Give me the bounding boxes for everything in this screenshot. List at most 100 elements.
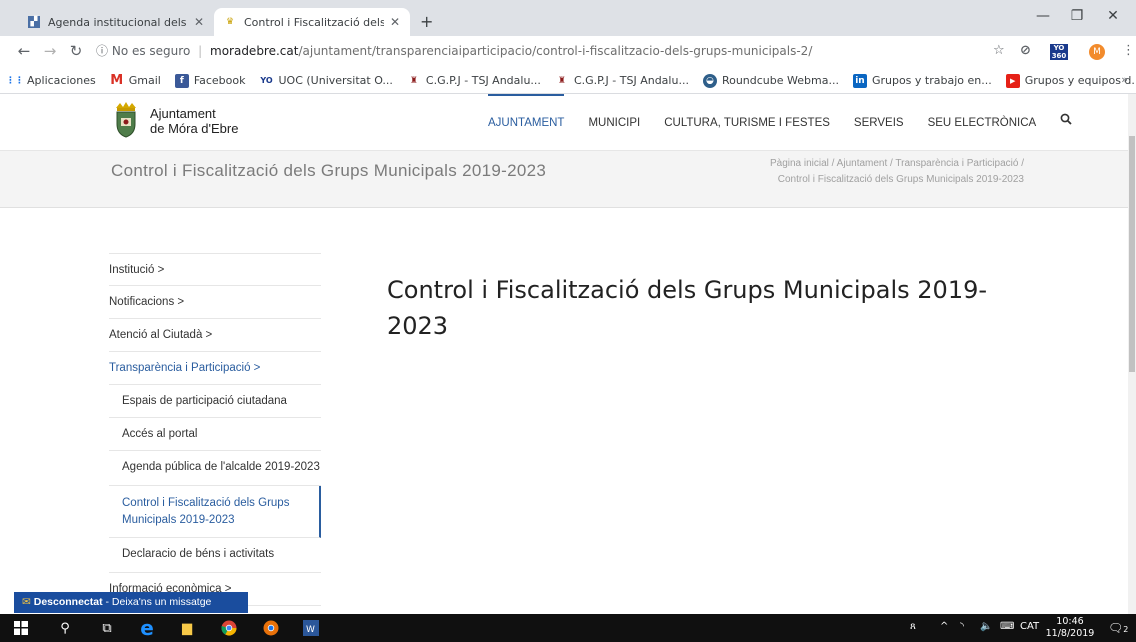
clock-time: 10:46 — [1056, 616, 1084, 627]
chrome-icon[interactable] — [220, 619, 238, 637]
page-favicon-icon: ▞ — [28, 16, 40, 28]
url-domain: moradebre.cat — [210, 44, 299, 58]
nav-ajuntament[interactable]: AJUNTAMENT — [488, 94, 565, 150]
task-view-icon[interactable]: ⧉ — [98, 619, 116, 637]
sidebar-item-agenda-publica[interactable]: Agenda pública de l'alcalde 2019-2023 — [109, 451, 321, 486]
youtube-icon: ▶ — [1005, 73, 1020, 88]
input-language[interactable]: CAT — [1020, 621, 1039, 632]
uoc-icon: YO — [260, 76, 273, 85]
facebook-icon: f — [174, 73, 189, 88]
address-separator: | — [198, 44, 203, 58]
browser-toolbar: ← → ↻ ⓘ No es seguro | moradebre.cat/aju… — [0, 36, 1136, 68]
file-explorer-icon[interactable]: ▆ — [178, 619, 196, 637]
yo-extension-icon[interactable]: YO 360 — [1050, 44, 1068, 60]
cgpj-icon: ♜ — [557, 75, 566, 86]
main-navigation: AJUNTAMENT MUNICIPI CULTURA, TURISME I F… — [488, 94, 1072, 150]
tab-title: Control i Fiscalització dels Grups — [244, 15, 384, 29]
bookmark-cgpj-2[interactable]: ♜ C.G.P.J - TSJ Andalu... — [555, 74, 689, 88]
forward-arrow-icon[interactable]: → — [40, 42, 60, 60]
chat-status: Desconnectat — [33, 596, 103, 608]
notification-count: 2 — [1123, 625, 1129, 634]
edge-icon[interactable]: e — [138, 616, 156, 640]
chat-message: - Deixa'ns un missatge — [102, 596, 212, 608]
page-title-band: Control i Fiscalització dels Grups Munic… — [0, 150, 1128, 208]
site-name-line-1: Ajuntament — [150, 106, 216, 121]
info-icon[interactable]: ⓘ — [96, 44, 108, 58]
sidebar-item-institucio[interactable]: Institució > — [109, 253, 321, 286]
sidebar-item-notificacions[interactable]: Notificacions > — [109, 286, 321, 319]
gmail-icon: M — [110, 73, 124, 88]
nav-serveis[interactable]: SERVEIS — [854, 94, 904, 150]
bookmark-roundcube[interactable]: ◒ Roundcube Webma... — [702, 73, 839, 88]
windows-start-icon[interactable] — [12, 619, 30, 637]
site-header: Ajuntament de Móra d'Ebre AJUNTAMENT MUN… — [0, 94, 1128, 150]
sidebar-item-control-fiscalitzacio[interactable]: Control i Fiscalització dels Grups Munic… — [109, 486, 321, 538]
chat-widget[interactable]: ✉ Desconnectat - Deixa'ns un missatge — [14, 592, 248, 613]
volume-icon[interactable]: 🔈 — [980, 621, 992, 632]
address-bar[interactable]: ⓘ No es seguro | moradebre.cat/ajuntamen… — [96, 42, 812, 59]
bookmark-star-icon[interactable]: ☆ — [993, 43, 1005, 58]
sidebar-item-declaracio-bens[interactable]: Declaracio de béns i activitats — [109, 538, 321, 573]
restore-window-icon[interactable]: ❐ — [1062, 8, 1092, 24]
browser-menu-icon[interactable]: ⋮ — [1122, 43, 1135, 58]
nav-seu-electronica[interactable]: SEU ELECTRÒNICA — [928, 94, 1037, 150]
sidebar-item-espais-participacio[interactable]: Espais de participació ciutadana — [109, 385, 321, 418]
sidebar-menu: Institució > Notificacions > Atenció al … — [109, 253, 321, 606]
new-tab-icon[interactable]: + — [420, 12, 433, 31]
more-bookmarks-icon[interactable]: » — [1121, 73, 1128, 86]
breadcrumb[interactable]: Pàgina inicial / Ajuntament / Transparèn… — [684, 156, 1024, 188]
nav-municipi[interactable]: MUNICIPI — [588, 94, 640, 150]
apps-grid-icon: ⋮⋮ — [6, 75, 24, 86]
search-icon[interactable] — [1060, 94, 1072, 150]
scrollbar-thumb[interactable] — [1129, 136, 1135, 372]
tray-chevron-icon[interactable]: ^ — [940, 621, 948, 632]
chrome-canary-icon[interactable] — [262, 619, 280, 637]
svg-text:W: W — [306, 625, 315, 635]
breadcrumb-current: Control i Fiscalització dels Grups Munic… — [777, 174, 1024, 185]
profile-avatar[interactable]: M — [1089, 44, 1105, 60]
site-favicon-icon: ♛ — [225, 17, 235, 27]
bookmark-cgpj-1[interactable]: ♜ C.G.P.J - TSJ Andalu... — [407, 74, 541, 88]
nav-cultura-turisme-festes[interactable]: CULTURA, TURISME I FESTES — [664, 94, 830, 150]
clock-date: 11/8/2019 — [1045, 628, 1095, 639]
wifi-icon[interactable]: ◝ — [960, 621, 964, 632]
cgpj-icon: ♜ — [409, 75, 418, 86]
bookmarks-bar: ⋮⋮ Aplicaciones M Gmail f Facebook YO UOC (U… — [0, 68, 1136, 94]
bookmark-uoc[interactable]: YO UOC (Universitat O... — [260, 74, 393, 88]
minimize-window-icon[interactable]: — — [1028, 8, 1058, 24]
windows-taskbar: ⚲ ⧉ e ▆ W ጸ ^ ◝ 🔈 ⌨ CAT 10:46 11/8/2019 … — [0, 614, 1136, 642]
sidebar-item-acces-portal[interactable]: Accés al portal — [109, 418, 321, 451]
reload-icon[interactable]: ↻ — [66, 42, 86, 60]
close-tab-icon[interactable]: ✕ — [194, 15, 204, 29]
notifications-icon[interactable]: 🗨2 — [1108, 621, 1128, 635]
url-path: /ajuntament/transparenciaiparticipacio/c… — [298, 44, 813, 58]
block-icon[interactable]: ⊘ — [1020, 43, 1031, 58]
site-name-line-2: de Móra d'Ebre — [150, 121, 239, 136]
envelope-icon: ✉ — [22, 596, 31, 608]
sidebar-item-transparencia[interactable]: Transparència i Participació > — [109, 352, 321, 385]
municipal-crest-icon[interactable] — [112, 102, 140, 138]
browser-tab-strip: ▞ Agenda institucional dels alts càr ✕ ♛… — [0, 0, 1136, 36]
bookmark-facebook[interactable]: f Facebook — [174, 73, 246, 88]
roundcube-icon: ◒ — [702, 73, 717, 88]
close-window-icon[interactable]: ✕ — [1098, 8, 1128, 24]
back-arrow-icon[interactable]: ← — [14, 42, 34, 60]
tab-title: Agenda institucional dels alts càr — [48, 15, 188, 29]
bookmark-gmail[interactable]: M Gmail — [110, 73, 161, 88]
close-tab-icon[interactable]: ✕ — [390, 15, 400, 29]
content-heading: Control i Fiscalització dels Grups Munic… — [387, 276, 988, 340]
search-icon[interactable]: ⚲ — [56, 619, 74, 637]
browser-tab-agenda[interactable]: ▞ Agenda institucional dels alts càr ✕ — [18, 8, 214, 36]
breadcrumb-trail[interactable]: Pàgina inicial / Ajuntament / Transparèn… — [684, 156, 1024, 172]
system-clock[interactable]: 10:46 11/8/2019 — [1040, 616, 1100, 640]
site-name[interactable]: Ajuntament de Móra d'Ebre — [150, 106, 238, 136]
sidebar-item-atencio-ciutada[interactable]: Atenció al Ciutadà > — [109, 319, 321, 352]
bookmark-aplicaciones[interactable]: ⋮⋮ Aplicaciones — [6, 74, 96, 88]
people-icon[interactable]: ጸ — [910, 621, 916, 632]
browser-tab-control[interactable]: ♛ Control i Fiscalització dels Grups ✕ — [214, 8, 410, 36]
word-icon[interactable]: W — [302, 619, 320, 637]
bookmark-youtube[interactable]: ▶ Grupos y equipos d... — [1005, 73, 1136, 88]
keyboard-icon[interactable]: ⌨ — [1000, 621, 1014, 632]
page-title: Control i Fiscalització dels Grups Munic… — [111, 161, 547, 180]
bookmark-linkedin[interactable]: in Grupos y trabajo en... — [852, 73, 992, 88]
